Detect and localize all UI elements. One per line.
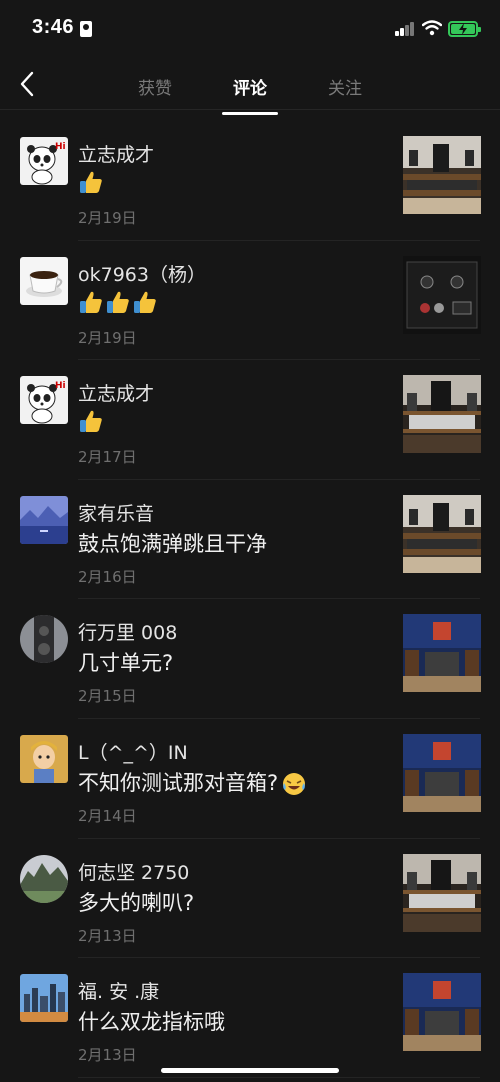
- avatar[interactable]: [20, 734, 68, 783]
- showroom-thumbnail: [403, 733, 481, 812]
- comment-text: 鼓点饱满弹跳且干净: [78, 531, 267, 556]
- avatar[interactable]: Hi: [20, 376, 68, 425]
- home-indicator[interactable]: [161, 1068, 339, 1073]
- speaker-avatar-icon: [20, 615, 68, 664]
- comment-author[interactable]: ok7963（杨）: [78, 260, 206, 287]
- tab-following[interactable]: 关注: [317, 74, 373, 99]
- comment-text: 不知你测试那对音箱?: [78, 767, 308, 797]
- avatar[interactable]: [20, 495, 68, 544]
- comment-text: 多大的喇叭?: [78, 890, 195, 915]
- comment-date: 2月16日: [78, 567, 137, 586]
- comment-text-content: 不知你测试那对音箱?: [78, 770, 279, 795]
- comment-text: [78, 289, 159, 315]
- active-tab-indicator: [222, 112, 278, 115]
- post-thumbnail[interactable]: [403, 494, 481, 573]
- comment-item[interactable]: Hi 立志成才 2月19日: [0, 121, 500, 241]
- showroom-thumbnail: [403, 973, 481, 1052]
- comment-item[interactable]: 何志坚 2750 多大的喇叭? 2月13日: [0, 839, 500, 959]
- comment-text: 几寸单元?: [78, 651, 174, 676]
- avatar[interactable]: Hi: [20, 137, 68, 185]
- svg-text:Hi: Hi: [55, 142, 66, 152]
- comment-item[interactable]: ok7963（杨） 2月19日: [0, 241, 500, 361]
- cartoon-boy-avatar-icon: [20, 734, 68, 783]
- comment-author[interactable]: 福. 安 .康: [78, 977, 159, 1004]
- hifi-room-thumbnail: [403, 494, 481, 573]
- tab-bar: 获赞 评论 关注: [0, 74, 500, 115]
- svg-text:Hi: Hi: [55, 381, 66, 391]
- comment-item[interactable]: 家有乐音 鼓点饱满弹跳且干净 2月16日: [0, 480, 500, 600]
- post-thumbnail[interactable]: [403, 136, 481, 214]
- comment-item[interactable]: L（^_^）IN 不知你测试那对音箱? 2月14日: [0, 719, 500, 839]
- post-thumbnail[interactable]: [403, 255, 481, 334]
- person-icon: [80, 21, 92, 37]
- comment-item[interactable]: 福. 安 .康 什么双龙指标哦 2月13日: [0, 958, 500, 1078]
- comment-date: 2月15日: [78, 687, 137, 706]
- panda-avatar-icon: Hi: [20, 376, 68, 425]
- comment-item[interactable]: 行万里 008 几寸单元? 2月15日: [0, 599, 500, 719]
- status-time: 3:46: [32, 16, 75, 38]
- post-thumbnail[interactable]: [403, 614, 481, 693]
- comment-author[interactable]: 何志坚 2750: [78, 858, 189, 885]
- top-navigation: 获赞 评论 关注: [0, 60, 500, 115]
- comment-text: [78, 408, 105, 434]
- hifi-room-thumbnail: [403, 136, 481, 214]
- comment-date: 2月14日: [78, 806, 137, 825]
- hifi-shelf-thumbnail: [403, 375, 481, 454]
- thumbs-up-icon: [80, 171, 102, 193]
- avatar[interactable]: [20, 256, 68, 305]
- comment-date: 2月13日: [78, 926, 137, 945]
- city-skyline-avatar-icon: [20, 974, 68, 1023]
- thumbs-up-icon: [80, 291, 102, 313]
- post-thumbnail[interactable]: [403, 973, 481, 1052]
- comment-author[interactable]: 立志成才: [78, 379, 154, 406]
- comment-author[interactable]: 家有乐音: [78, 499, 154, 526]
- comment-date: 2月17日: [78, 448, 137, 467]
- comment-date: 2月13日: [78, 1046, 137, 1065]
- tab-likes[interactable]: 获赞: [127, 74, 183, 99]
- showroom-thumbnail: [403, 614, 481, 693]
- status-bar: 3:46: [0, 0, 500, 60]
- thumbs-up-icon: [107, 291, 129, 313]
- panda-avatar-icon: Hi: [20, 137, 68, 185]
- hifi-shelf-thumbnail: [403, 853, 481, 932]
- post-thumbnail[interactable]: [403, 853, 481, 932]
- comment-date: 2月19日: [78, 328, 137, 347]
- lake-landscape-avatar-icon: [20, 495, 68, 544]
- mountain-landscape-avatar-icon: [20, 854, 68, 903]
- comment-text: [78, 169, 105, 195]
- avatar[interactable]: [20, 854, 68, 903]
- post-thumbnail[interactable]: [403, 375, 481, 454]
- avatar[interactable]: [20, 615, 68, 664]
- laughing-crying-face-icon: [283, 772, 306, 795]
- post-thumbnail[interactable]: [403, 733, 481, 812]
- cellular-signal-icon: [395, 22, 415, 36]
- amplifier-panel-thumbnail: [403, 255, 481, 334]
- avatar[interactable]: [20, 974, 68, 1023]
- comment-author[interactable]: 行万里 008: [78, 618, 177, 645]
- comment-author[interactable]: L（^_^）IN: [78, 738, 188, 765]
- tab-comments[interactable]: 评论: [222, 74, 278, 99]
- thumbs-up-icon: [134, 291, 156, 313]
- wifi-icon: [422, 20, 442, 36]
- battery-icon: [448, 21, 481, 37]
- comment-text: 什么双龙指标哦: [78, 1010, 225, 1035]
- comment-author[interactable]: 立志成才: [78, 140, 154, 167]
- comment-item[interactable]: Hi 立志成才 2月17日: [0, 360, 500, 480]
- coffee-cup-avatar-icon: [20, 256, 68, 305]
- thumbs-up-icon: [80, 410, 102, 433]
- comment-date: 2月19日: [78, 209, 137, 227]
- comment-list: Hi 立志成才 2月19日 ok7963（杨） 2月19日 Hi 立志成才 2月…: [0, 121, 500, 1078]
